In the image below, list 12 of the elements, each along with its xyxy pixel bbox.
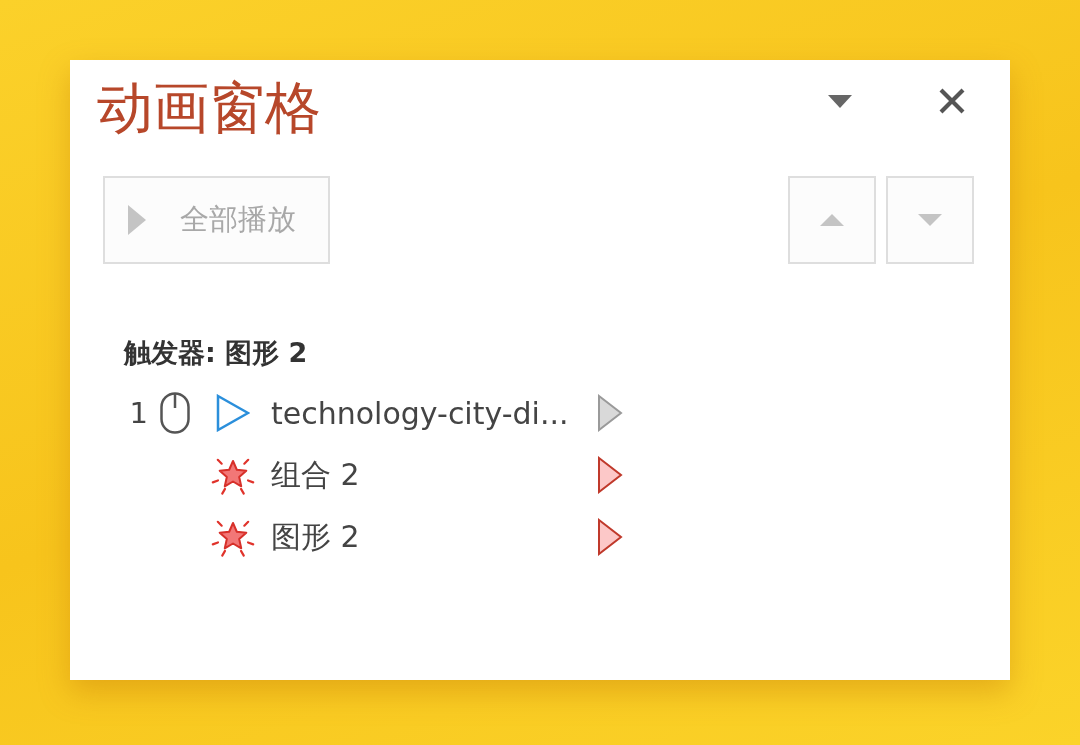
close-button[interactable] (937, 86, 967, 116)
up-triangle-icon (820, 214, 844, 226)
order-number: 1 (128, 396, 148, 430)
close-icon (938, 87, 966, 115)
animation-name[interactable]: 组合 2 (271, 454, 360, 496)
trigger-heading: 触发器: 图形 2 (124, 336, 308, 370)
animation-name[interactable]: 图形 2 (271, 516, 360, 558)
down-triangle-icon (918, 214, 942, 226)
play-icon (128, 205, 146, 235)
pane-title: 动画窗格 (97, 74, 321, 141)
caret-icon (828, 94, 852, 108)
animation-name[interactable]: technology-city-di... (271, 395, 569, 431)
